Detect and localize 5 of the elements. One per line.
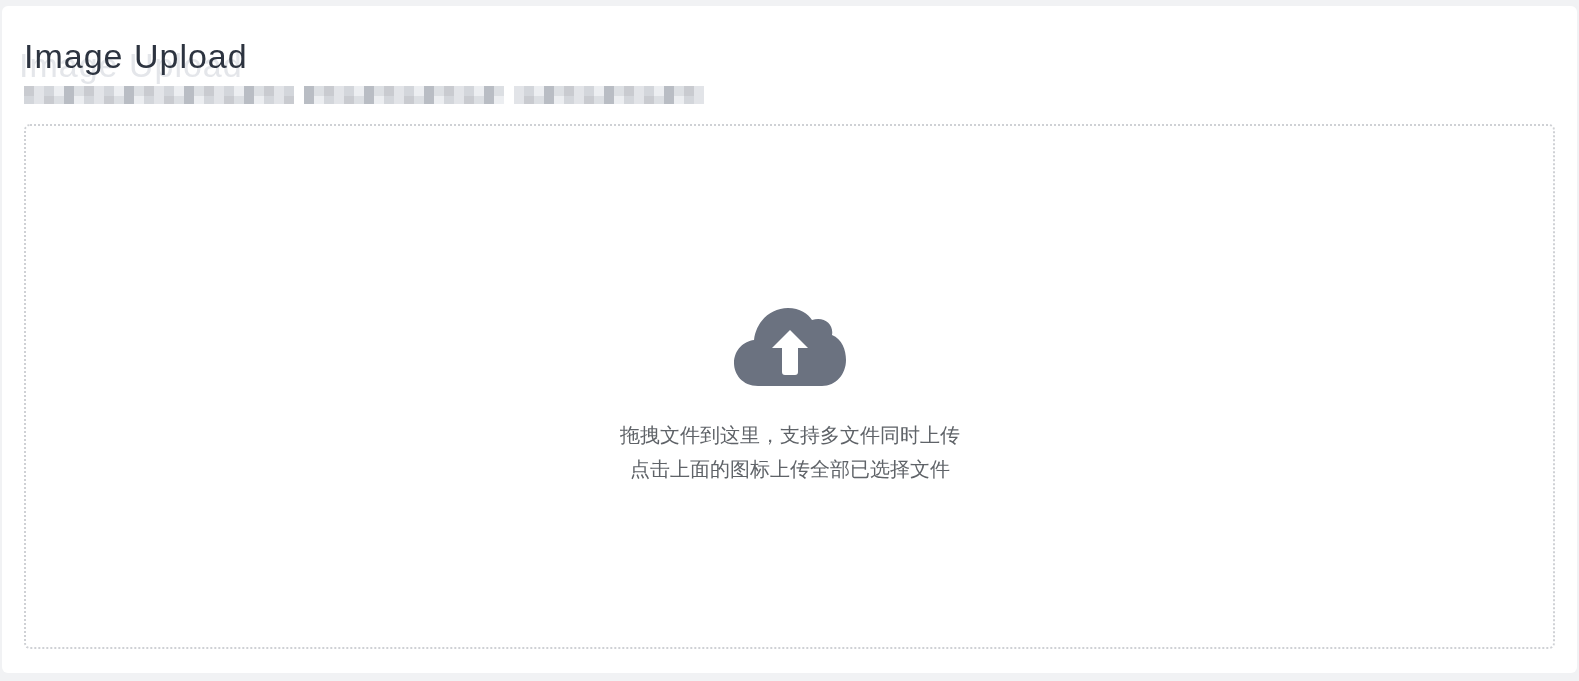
- cloud-upload-icon[interactable]: [733, 307, 846, 388]
- drop-hint: 拖拽文件到这里，支持多文件同时上传: [619, 422, 960, 448]
- card-title: Image Upload: [24, 36, 248, 76]
- drop-hint: 点击上面的图标上传全部已选择文件: [629, 456, 950, 482]
- drop-zone[interactable]: 拖拽文件到这里，支持多文件同时上传 点击上面的图标上传全部已选择文件: [24, 124, 1555, 649]
